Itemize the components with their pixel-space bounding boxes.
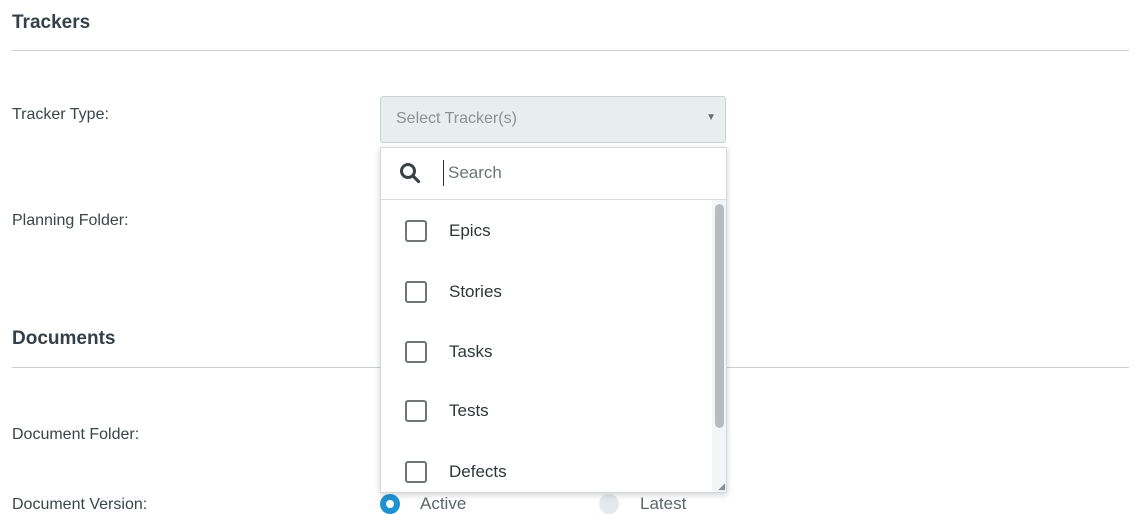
radio-active-label: Active [420, 494, 467, 513]
select-placeholder: Select Tracker(s) [396, 110, 517, 127]
document-folder-label: Document Folder: [12, 426, 140, 443]
option-label: Tasks [449, 342, 493, 361]
trackers-section-title: Trackers [12, 12, 91, 33]
search-icon [400, 163, 421, 184]
scrollbar-thumb[interactable] [715, 204, 724, 428]
dropdown-search-row [381, 148, 726, 200]
checkbox[interactable] [405, 220, 427, 242]
option-stories[interactable]: Stories [381, 269, 711, 315]
checkbox[interactable] [405, 281, 427, 303]
tracker-dropdown: Epics Stories Tasks Tests Defects ◢ [380, 147, 727, 493]
tracker-type-select[interactable]: Select Tracker(s) ▼ [380, 96, 726, 143]
checkbox[interactable] [405, 400, 427, 422]
radio-latest[interactable] [599, 494, 619, 514]
caret-down-icon: ▼ [706, 112, 716, 123]
option-tasks[interactable]: Tasks [381, 329, 711, 375]
option-label: Defects [449, 462, 507, 481]
planning-folder-label: Planning Folder: [12, 212, 129, 229]
option-tests[interactable]: Tests [381, 388, 711, 434]
checkbox[interactable] [405, 461, 427, 483]
option-defects[interactable]: Defects [381, 449, 711, 492]
option-label: Stories [449, 282, 502, 301]
option-epics[interactable]: Epics [381, 208, 711, 254]
option-label: Epics [449, 221, 491, 240]
document-version-label: Document Version: [12, 496, 148, 513]
resize-grip-icon[interactable]: ◢ [718, 482, 725, 491]
option-label: Tests [449, 401, 489, 420]
search-input[interactable] [443, 160, 708, 186]
radio-active[interactable] [380, 494, 400, 514]
radio-latest-label: Latest [640, 494, 687, 513]
documents-section-title: Documents [12, 328, 116, 349]
tracker-type-label: Tracker Type: [12, 106, 109, 123]
checkbox[interactable] [405, 341, 427, 363]
section-divider [12, 50, 1129, 51]
